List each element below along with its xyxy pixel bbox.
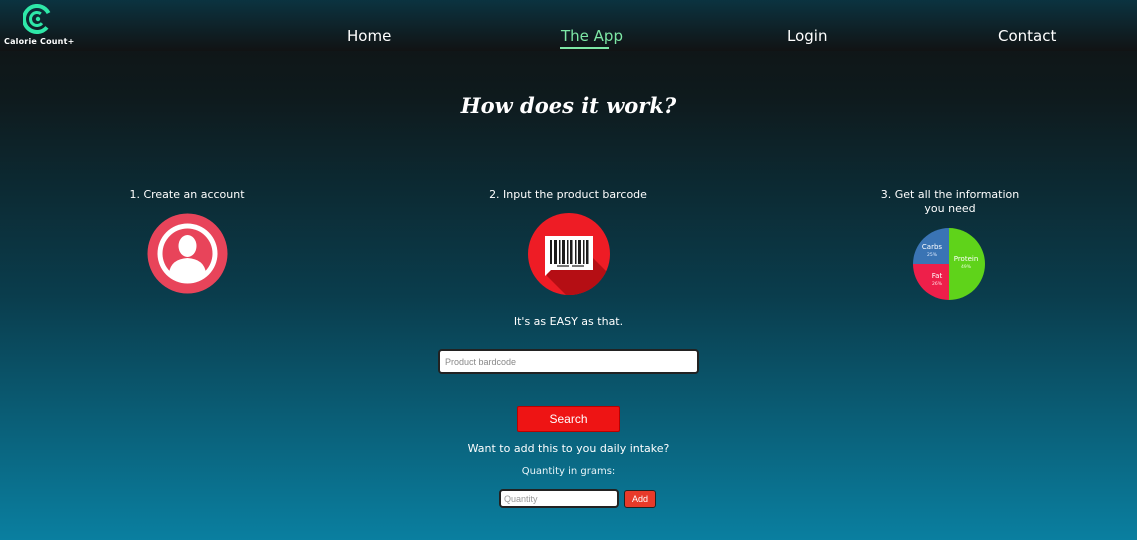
add-button[interactable]: Add <box>624 490 656 508</box>
step-3-label: 3. Get all the information you need <box>880 188 1020 215</box>
search-button[interactable]: Search <box>517 406 620 432</box>
tagline: It's as EASY as that. <box>513 315 624 328</box>
pie-label-carbs: Carbs <box>922 243 942 251</box>
step-2-label: 2. Input the product barcode <box>489 188 647 201</box>
calorie-logo-icon <box>23 4 51 34</box>
pie-label-fat: Fat <box>932 272 943 280</box>
nav-the-app[interactable]: The App <box>561 27 623 45</box>
quantity-label: Quantity in grams: <box>521 466 616 477</box>
barcode-search-input[interactable] <box>438 349 699 374</box>
nav-home[interactable]: Home <box>347 27 391 45</box>
user-icon <box>147 213 228 299</box>
navbar: Calorie Count+ Home The App Login Contac… <box>0 0 1137 51</box>
barcode-icon <box>527 212 611 301</box>
quantity-input[interactable] <box>499 489 619 508</box>
macro-pie-icon: Protein 49% Fat 26% Carbs 25% <box>911 226 987 307</box>
pie-slice-protein <box>949 228 985 300</box>
page-title: How does it work? <box>460 93 677 118</box>
step-1-label: 1. Create an account <box>129 188 245 201</box>
pie-percent-carbs: 25% <box>927 252 938 258</box>
brand-name: Calorie Count+ <box>4 37 75 46</box>
pie-percent-fat: 26% <box>932 281 943 287</box>
pie-percent-protein: 49% <box>961 264 972 270</box>
pie-label-protein: Protein <box>954 255 979 263</box>
nav-login[interactable]: Login <box>787 27 827 45</box>
add-intake-prompt: Want to add this to you daily intake? <box>467 442 670 455</box>
nav-contact[interactable]: Contact <box>998 27 1056 45</box>
nav-active-underline <box>560 47 609 49</box>
brand-logo[interactable]: Calorie Count+ <box>4 4 74 48</box>
